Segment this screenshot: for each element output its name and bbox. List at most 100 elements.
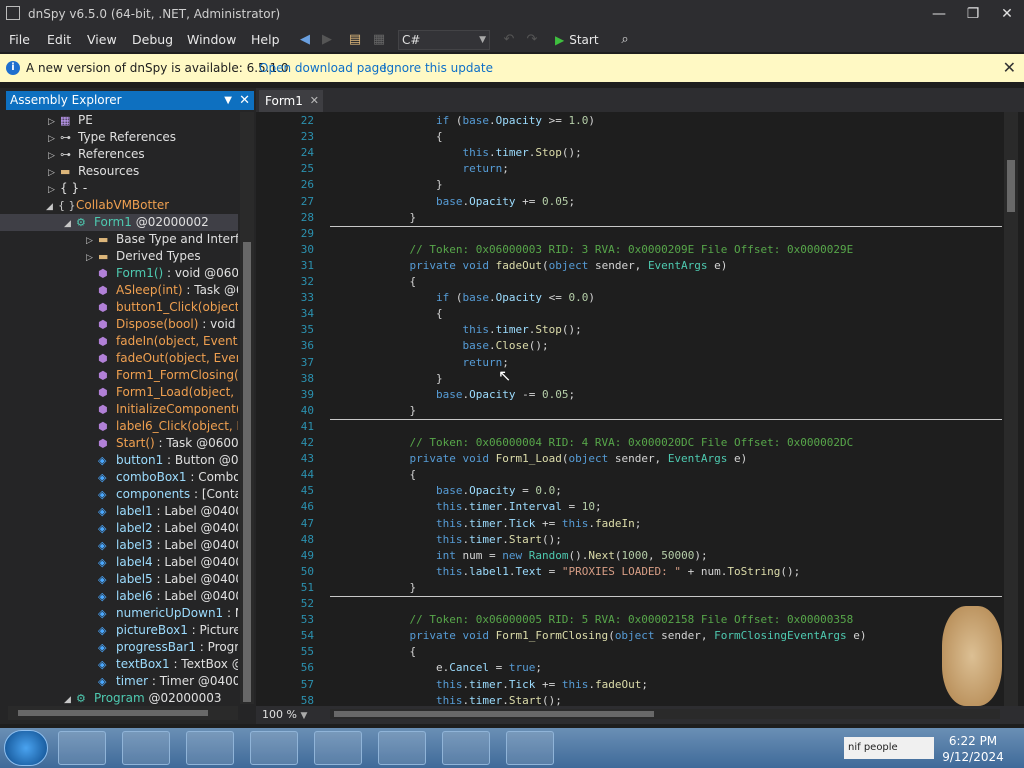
tree-item-namespace-collabvmbotter[interactable]: ◢{ }CollabVMBotter bbox=[46, 197, 169, 214]
taskbar-clock[interactable]: 6:22 PM 9/12/2024 bbox=[940, 733, 1006, 765]
tree-item-combobox1[interactable]: ◈ comboBox1 : ComboB bbox=[98, 469, 238, 486]
code-line[interactable]: int num = new Random().Next(1000, 50000)… bbox=[330, 549, 708, 562]
code-line[interactable]: } bbox=[330, 211, 416, 224]
tree-item-derived-types[interactable]: ▷ ▬ Derived Types bbox=[86, 248, 201, 265]
expand-icon[interactable]: ▷ bbox=[48, 131, 60, 146]
scroll-thumb[interactable] bbox=[334, 711, 654, 717]
tree-item-label2[interactable]: ◈ label2 : Label @04000 bbox=[98, 520, 238, 537]
code-line[interactable]: this.timer.Start(); bbox=[330, 694, 562, 706]
tree-item-label6[interactable]: ◈ label6 : Label @04000 bbox=[98, 588, 238, 605]
search-icon[interactable]: ⌕ bbox=[616, 31, 634, 49]
code-line[interactable]: base.Opacity += 0.05; bbox=[330, 195, 575, 208]
editor-vertical-scrollbar[interactable] bbox=[1004, 112, 1018, 706]
tree-item-base-types[interactable]: ▷▬ Base Type and Interfac bbox=[86, 231, 238, 248]
collapse-icon[interactable]: ◢ bbox=[46, 199, 58, 214]
code-line[interactable]: { bbox=[330, 275, 416, 288]
code-line[interactable]: } bbox=[330, 581, 416, 594]
maximize-button[interactable]: ❐ bbox=[956, 4, 990, 24]
code-line[interactable]: private void Form1_Load(object sender, E… bbox=[330, 452, 747, 465]
tree-item-textbox1[interactable]: ◈ textBox1 : TextBox @0 bbox=[98, 656, 238, 673]
menu-view[interactable]: View bbox=[87, 31, 117, 49]
code-line[interactable]: private void Form1_FormClosing(object se… bbox=[330, 629, 866, 642]
scroll-thumb[interactable] bbox=[18, 710, 208, 716]
tree-item-references[interactable]: ▷ ⊶ References bbox=[48, 146, 145, 163]
code-line[interactable]: this.timer.Interval = 10; bbox=[330, 500, 602, 513]
tree-item-label4[interactable]: ◈ label4 : Label @04000 bbox=[98, 554, 238, 571]
expand-icon[interactable]: ▷ bbox=[48, 148, 60, 163]
start-menu-button[interactable] bbox=[4, 730, 48, 766]
tree-item-numericupdown1[interactable]: ◈ numericUpDown1 : Nu bbox=[98, 605, 238, 622]
tree-item-components[interactable]: ◈ components : [Contai bbox=[98, 486, 238, 503]
code-line[interactable]: base.Close(); bbox=[330, 339, 548, 352]
open-list-icon[interactable]: ▦ bbox=[370, 31, 388, 49]
code-line[interactable]: { bbox=[330, 468, 416, 481]
tree-item-button1[interactable]: ◈ button1 : Button @040 bbox=[98, 452, 238, 469]
tree-horizontal-scrollbar[interactable] bbox=[8, 706, 238, 720]
tree-item-progressbar1[interactable]: ◈ progressBar1 : Progres bbox=[98, 639, 238, 656]
scroll-thumb[interactable] bbox=[243, 242, 251, 702]
code-editor[interactable]: 22 if (base.Opacity >= 1.0) 23 {24 this.t… bbox=[280, 112, 1002, 706]
close-notification-icon[interactable]: ✕ bbox=[1003, 58, 1016, 77]
tree-item-fadein[interactable]: ⬢ fadeIn(object, EventAr bbox=[98, 333, 238, 350]
tree-item-timer[interactable]: ◈ timer : Timer @040000 bbox=[98, 673, 238, 690]
code-line[interactable]: } bbox=[330, 372, 443, 385]
code-line[interactable]: this.label1.Text = "PROXIES LOADED: " + … bbox=[330, 565, 800, 578]
tree-item-dispose[interactable]: ⬢ Dispose(bool) : void @ bbox=[98, 316, 238, 333]
code-line[interactable]: { bbox=[330, 645, 416, 658]
code-line[interactable]: this.timer.Start(); bbox=[330, 533, 562, 546]
tab-form1[interactable]: Form1 ✕ bbox=[259, 90, 323, 112]
code-line[interactable]: } bbox=[330, 404, 416, 417]
back-icon[interactable]: ◀ bbox=[296, 31, 314, 49]
start-debug-button[interactable]: ▶ Start bbox=[555, 31, 599, 49]
language-select[interactable]: C# ▼ bbox=[398, 30, 490, 50]
code-line[interactable]: } bbox=[330, 178, 443, 191]
taskbar-app-7zip[interactable] bbox=[378, 731, 426, 765]
menu-window[interactable]: Window bbox=[187, 31, 236, 49]
taskbar-app-terminal[interactable] bbox=[58, 731, 106, 765]
open-download-link[interactable]: Open download page bbox=[259, 61, 387, 75]
tree-item-form1-formclosing[interactable]: ⬢ Form1_FormClosing(c bbox=[98, 367, 238, 384]
tree-item-pe[interactable]: ▷ ▦ PE bbox=[48, 112, 93, 129]
redo-icon[interactable]: ↷ bbox=[523, 31, 541, 49]
taskbar-app-windows[interactable] bbox=[506, 731, 554, 765]
code-line[interactable]: this.timer.Stop(); bbox=[330, 146, 581, 159]
tree-item-ctor[interactable]: ⬢ Form1() : void @06000 bbox=[98, 265, 238, 282]
minimize-button[interactable]: — bbox=[922, 4, 956, 24]
code-line[interactable]: this.timer.Tick += this.fadeIn; bbox=[330, 517, 641, 530]
menu-help[interactable]: Help bbox=[251, 31, 280, 49]
close-icon[interactable]: ✕ bbox=[239, 91, 250, 110]
code-line[interactable]: this.timer.Tick += this.fadeOut; bbox=[330, 678, 648, 691]
code-line[interactable]: { bbox=[330, 307, 443, 320]
code-line[interactable]: return; bbox=[330, 162, 508, 175]
scroll-thumb[interactable] bbox=[1007, 160, 1015, 212]
open-folder-icon[interactable]: ▤ bbox=[346, 31, 364, 49]
collapse-icon[interactable]: ◢ bbox=[64, 692, 76, 706]
undo-icon[interactable]: ↶ bbox=[500, 31, 518, 49]
tree-item-label6-click[interactable]: ⬢ label6_Click(object, Ev bbox=[98, 418, 238, 435]
dropdown-icon[interactable]: ▼ bbox=[224, 91, 232, 110]
tree-item-resources[interactable]: ▷ ▬ Resources bbox=[48, 163, 139, 180]
code-line[interactable]: // Token: 0x06000005 RID: 5 RVA: 0x00002… bbox=[330, 613, 853, 626]
expand-icon[interactable]: ▷ bbox=[48, 182, 60, 197]
taskbar-app-media[interactable] bbox=[122, 731, 170, 765]
code-line[interactable]: e.Cancel = true; bbox=[330, 661, 542, 674]
tree-item-namespace-dash[interactable]: ▷{ } - bbox=[48, 180, 87, 197]
zoom-select[interactable]: 100 % ▼ bbox=[262, 707, 320, 723]
taskbar-app-gallery[interactable] bbox=[442, 731, 490, 765]
expand-icon[interactable]: ▷ bbox=[48, 165, 60, 180]
code-line[interactable]: return; bbox=[330, 356, 508, 369]
tree-vertical-scrollbar[interactable] bbox=[240, 112, 254, 704]
expand-icon[interactable]: ▷ bbox=[86, 233, 98, 248]
ignore-update-link[interactable]: Ignore this update bbox=[383, 61, 493, 75]
tree-item-program[interactable]: ◢ ⚙ Program @02000003 bbox=[64, 690, 222, 706]
tree-item-fadeout[interactable]: ⬢ fadeOut(object, Event bbox=[98, 350, 238, 367]
code-line[interactable]: { bbox=[330, 130, 443, 143]
code-line[interactable]: base.Opacity -= 0.05; bbox=[330, 388, 575, 401]
tree-item-label3[interactable]: ◈ label3 : Label @04000 bbox=[98, 537, 238, 554]
tree-item-form1-load[interactable]: ⬢ Form1_Load(object, E bbox=[98, 384, 238, 401]
code-line[interactable]: if (base.Opacity >= 1.0) bbox=[330, 114, 595, 127]
code-line[interactable]: // Token: 0x06000004 RID: 4 RVA: 0x00002… bbox=[330, 436, 853, 449]
editor-horizontal-scrollbar[interactable] bbox=[330, 709, 1000, 719]
tree-item-initializecomponent[interactable]: ⬢ InitializeComponent() bbox=[98, 401, 238, 418]
tree-item-type-references[interactable]: ▷ ⊶ Type References bbox=[48, 129, 176, 146]
